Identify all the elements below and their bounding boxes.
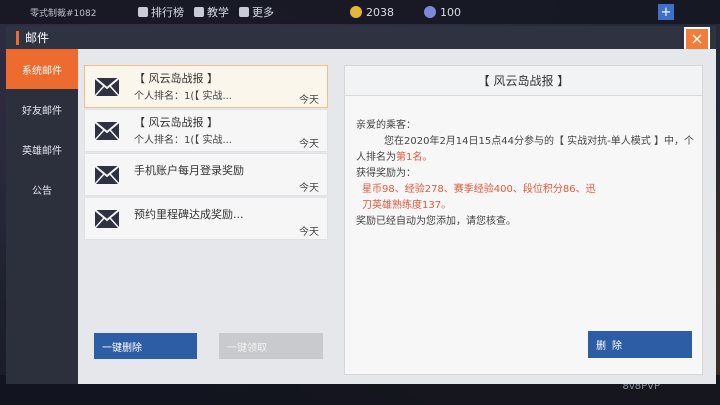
leaderboard-button[interactable]: 排行榜 xyxy=(138,4,184,20)
envelope-icon xyxy=(94,121,120,141)
mail-content-area: 【 风云岛战报 】 个人排名：1(【 实战... 今天 【 风云岛战报 】 个人… xyxy=(78,49,716,384)
tutorial-label: 教学 xyxy=(207,6,229,19)
gem-icon xyxy=(424,6,436,18)
leaderboard-label: 排行榜 xyxy=(151,6,184,19)
sidebar-item-label: 英雄邮件 xyxy=(22,145,62,157)
mail-date: 今天 xyxy=(299,95,319,106)
mail-detail-title: 【 风云岛战报 】 xyxy=(345,66,702,96)
dialog-title: 邮件 xyxy=(25,31,50,45)
mail-body-paragraph: 您在2020年2月14日15点44分参与的【 实战对抗-单人模式 】中，个人排名… xyxy=(356,134,694,166)
book-icon xyxy=(194,7,204,17)
mail-rank: 第1名。 xyxy=(396,152,433,163)
mail-title: 【 风云岛战报 】 xyxy=(134,72,218,85)
gem-value: 100 xyxy=(440,5,461,19)
mail-title: 预约里程碑达成奖励... xyxy=(134,208,244,221)
mail-greeting: 亲爱的乘客： xyxy=(356,120,416,131)
sidebar-item-system-mail[interactable]: 系统邮件 xyxy=(6,49,78,89)
coin-counter: 2038 xyxy=(350,6,394,19)
envelope-icon xyxy=(94,165,120,185)
chart-icon xyxy=(138,7,148,17)
mail-list: 【 风云岛战报 】 个人排名：1(【 实战... 今天 【 风云岛战报 】 个人… xyxy=(84,65,328,241)
reward-items: 星币98、经验278、赛季经验400、段位积分86、迅刀英雄熟练度137。 xyxy=(362,184,596,211)
mail-closing: 奖励已经自动为您添加，请您核查。 xyxy=(356,216,516,227)
batch-claim-button[interactable]: 一键领取 xyxy=(219,333,323,359)
batch-delete-button[interactable]: 一键删除 xyxy=(94,333,197,359)
envelope-icon xyxy=(94,209,120,229)
grid-icon xyxy=(239,7,249,17)
sidebar-item-announcement[interactable]: 公告 xyxy=(6,169,78,209)
sidebar-item-friend-mail[interactable]: 好友邮件 xyxy=(6,89,78,129)
gem-counter: 100 xyxy=(424,6,461,19)
mail-subtitle: 个人排名：1(【 实战... xyxy=(134,91,232,102)
mail-dialog: 邮件 × 系统邮件 好友邮件 英雄邮件 公告 【 风云岛战报 】 个人排名：1(… xyxy=(6,26,716,384)
player-name: 零式制裁#1082 xyxy=(30,8,97,19)
mail-date: 今天 xyxy=(299,139,319,150)
mail-list-item[interactable]: 【 风云岛战报 】 个人排名：1(【 实战... 今天 xyxy=(84,65,328,108)
mail-list-item[interactable]: 预约里程碑达成奖励... 今天 xyxy=(84,197,328,240)
mail-category-sidebar: 系统邮件 好友邮件 英雄邮件 公告 xyxy=(6,49,78,384)
header-accent xyxy=(16,30,19,45)
envelope-icon xyxy=(94,77,120,97)
mail-detail-panel: 【 风云岛战报 】 亲爱的乘客： 您在2020年2月14日15点44分参与的【 … xyxy=(344,65,703,375)
mail-subtitle: 个人排名：1(【 实战... xyxy=(134,135,232,146)
tutorial-button[interactable]: 教学 xyxy=(194,4,229,20)
mail-detail-body: 亲爱的乘客： 您在2020年2月14日15点44分参与的【 实战对抗-单人模式 … xyxy=(356,118,694,230)
delete-button[interactable]: 删除 xyxy=(588,331,692,358)
sidebar-item-label: 好友邮件 xyxy=(22,105,62,117)
top-bar: 零式制裁#1082 排行榜 教学 更多 2038 100 + xyxy=(0,0,720,24)
mail-title: 手机账户每月登录奖励 xyxy=(134,164,244,177)
coin-value: 2038 xyxy=(366,5,394,19)
reward-title: 获得奖励为： xyxy=(356,168,416,179)
add-currency-button[interactable]: + xyxy=(658,4,674,20)
dialog-header: 邮件 xyxy=(6,26,716,49)
mail-title: 【 风云岛战报 】 xyxy=(134,116,218,129)
mail-date: 今天 xyxy=(299,227,319,238)
sidebar-item-label: 公告 xyxy=(32,185,52,197)
sidebar-item-label: 系统邮件 xyxy=(22,65,62,77)
mail-list-item[interactable]: 手机账户每月登录奖励 今天 xyxy=(84,153,328,196)
sidebar-item-hero-mail[interactable]: 英雄邮件 xyxy=(6,129,78,169)
more-label: 更多 xyxy=(252,6,274,19)
mail-date: 今天 xyxy=(299,183,319,194)
close-button[interactable]: × xyxy=(684,27,710,51)
mail-list-item[interactable]: 【 风云岛战报 】 个人排名：1(【 实战... 今天 xyxy=(84,109,328,152)
coin-icon xyxy=(350,6,362,18)
more-button[interactable]: 更多 xyxy=(239,4,274,20)
